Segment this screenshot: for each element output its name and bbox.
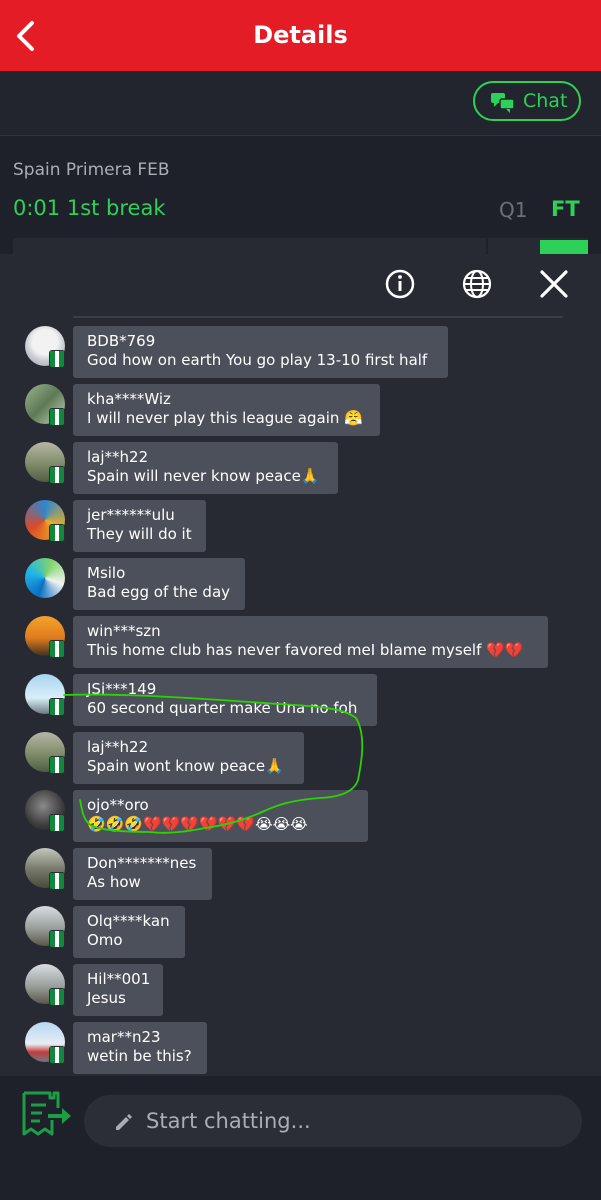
list-item: ojo**oro 🤣🤣🤣💔💔💔💔💔💔😭😭😭 xyxy=(0,790,601,842)
chat-panel: BDB*769 God how on earth You go play 13-… xyxy=(0,254,601,1076)
chat-button[interactable]: Chat xyxy=(473,81,581,121)
list-item: BDB*769 God how on earth You go play 13-… xyxy=(0,326,601,378)
avatar[interactable] xyxy=(25,558,65,598)
message-username: laj**h22 xyxy=(87,448,149,466)
match-info: Spain Primera FEB 0:01 1st break Q1 FT xyxy=(0,136,601,254)
message-bubble: Don*******nes As how xyxy=(73,848,212,900)
list-item: kha****Wiz I will never play this league… xyxy=(0,384,601,436)
message-bubble: ojo**oro 🤣🤣🤣💔💔💔💔💔💔😭😭😭 xyxy=(73,790,368,842)
nigeria-flag-icon xyxy=(49,466,65,484)
list-item: Hil**001 Jesus xyxy=(0,964,601,1016)
tab-ft[interactable]: FT xyxy=(551,197,580,221)
nigeria-flag-icon xyxy=(49,640,65,658)
message-bubble: laj**h22 Spain will never know peace🙏 xyxy=(73,442,338,494)
message-bubble: JSi***149 60 second quarter make Una no … xyxy=(73,674,377,726)
chat-input-placeholder: Start chatting... xyxy=(146,1109,311,1133)
message-username: BDB*769 xyxy=(87,332,156,350)
message-text: I will never play this league again 😤 xyxy=(87,409,363,427)
globe-icon[interactable] xyxy=(461,268,493,300)
sub-toolbar: Chat xyxy=(0,71,601,136)
message-text: They will do it xyxy=(87,525,192,543)
pencil-icon xyxy=(116,1114,132,1130)
message-username: kha****Wiz xyxy=(87,390,171,408)
message-text: Jesus xyxy=(87,989,126,1007)
nigeria-flag-icon xyxy=(49,1046,65,1064)
scroll-edge-divider xyxy=(73,316,563,318)
message-username: jer******ulu xyxy=(87,506,175,524)
message-bubble: BDB*769 God how on earth You go play 13-… xyxy=(73,326,448,378)
message-text: As how xyxy=(87,873,141,891)
ft-active-indicator xyxy=(540,240,588,254)
nigeria-flag-icon xyxy=(49,524,65,542)
message-text: Spain will never know peace🙏 xyxy=(87,467,320,485)
bet-slip-share-icon[interactable] xyxy=(20,1090,72,1140)
page-title: Details xyxy=(253,21,348,49)
list-item: laj**h22 Spain will never know peace🙏 xyxy=(0,442,601,494)
list-item: Don*******nes As how xyxy=(0,848,601,900)
message-bubble: Hil**001 Jesus xyxy=(73,964,163,1016)
message-username: Don*******nes xyxy=(87,854,197,872)
message-username: win***szn xyxy=(87,622,161,640)
message-username: Hil**001 xyxy=(87,970,151,988)
message-bubble: laj**h22 Spain wont know peace🙏 xyxy=(73,732,304,784)
message-username: ojo**oro xyxy=(87,796,149,814)
message-username: JSi***149 xyxy=(87,680,157,698)
nigeria-flag-icon xyxy=(49,872,65,890)
nigeria-flag-icon xyxy=(49,698,65,716)
app-header: Details xyxy=(0,0,601,71)
message-text: God how on earth You go play 13-10 first… xyxy=(87,351,428,369)
league-name: Spain Primera FEB xyxy=(13,160,170,180)
message-text: Bad egg of the day xyxy=(87,583,231,601)
message-text: 🤣🤣🤣💔💔💔💔💔💔😭😭😭 xyxy=(87,815,308,833)
list-item: laj**h22 Spain wont know peace🙏 xyxy=(0,732,601,784)
message-username: Olq****kan xyxy=(87,912,170,930)
nigeria-flag-icon xyxy=(49,930,65,948)
message-text: This home club has never favored meI bla… xyxy=(87,641,524,659)
chat-input-bar: Start chatting... xyxy=(0,1076,601,1200)
nigeria-flag-icon xyxy=(49,756,65,774)
list-item: JSi***149 60 second quarter make Una no … xyxy=(0,674,601,726)
nigeria-flag-icon xyxy=(49,408,65,426)
info-icon[interactable] xyxy=(384,268,416,300)
score-strip xyxy=(13,238,588,254)
chat-input[interactable]: Start chatting... xyxy=(84,1095,582,1147)
message-username: laj**h22 xyxy=(87,738,149,756)
chat-bubbles-icon xyxy=(491,93,515,113)
list-item: Olq****kan Omo xyxy=(0,906,601,958)
nigeria-flag-icon xyxy=(49,988,65,1006)
nigeria-flag-icon xyxy=(49,350,65,368)
list-item: jer******ulu They will do it xyxy=(0,500,601,552)
chat-button-label: Chat xyxy=(523,90,568,112)
match-status: 0:01 1st break xyxy=(13,196,166,220)
strip-divider xyxy=(486,238,488,254)
message-bubble: win***szn This home club has never favor… xyxy=(73,616,548,668)
tab-q1[interactable]: Q1 xyxy=(499,198,527,222)
message-text: Omo xyxy=(87,931,123,949)
list-item: mar**n23 wetin be this? xyxy=(0,1022,601,1074)
close-icon[interactable] xyxy=(538,268,570,300)
message-username: mar**n23 xyxy=(87,1028,161,1046)
message-text: 60 second quarter make Una no foh xyxy=(87,699,358,717)
message-bubble: Olq****kan Omo xyxy=(73,906,185,958)
message-bubble: Msilo Bad egg of the day xyxy=(73,558,245,610)
chat-panel-toolbar xyxy=(0,254,601,314)
message-bubble: jer******ulu They will do it xyxy=(73,500,206,552)
list-item: Msilo Bad egg of the day xyxy=(0,558,601,610)
list-item: win***szn This home club has never favor… xyxy=(0,616,601,668)
message-text: Spain wont know peace🙏 xyxy=(87,757,284,775)
message-bubble: mar**n23 wetin be this? xyxy=(73,1022,207,1074)
message-text: wetin be this? xyxy=(87,1047,192,1065)
message-username: Msilo xyxy=(87,564,126,582)
message-bubble: kha****Wiz I will never play this league… xyxy=(73,384,380,436)
nigeria-flag-icon xyxy=(49,814,65,832)
